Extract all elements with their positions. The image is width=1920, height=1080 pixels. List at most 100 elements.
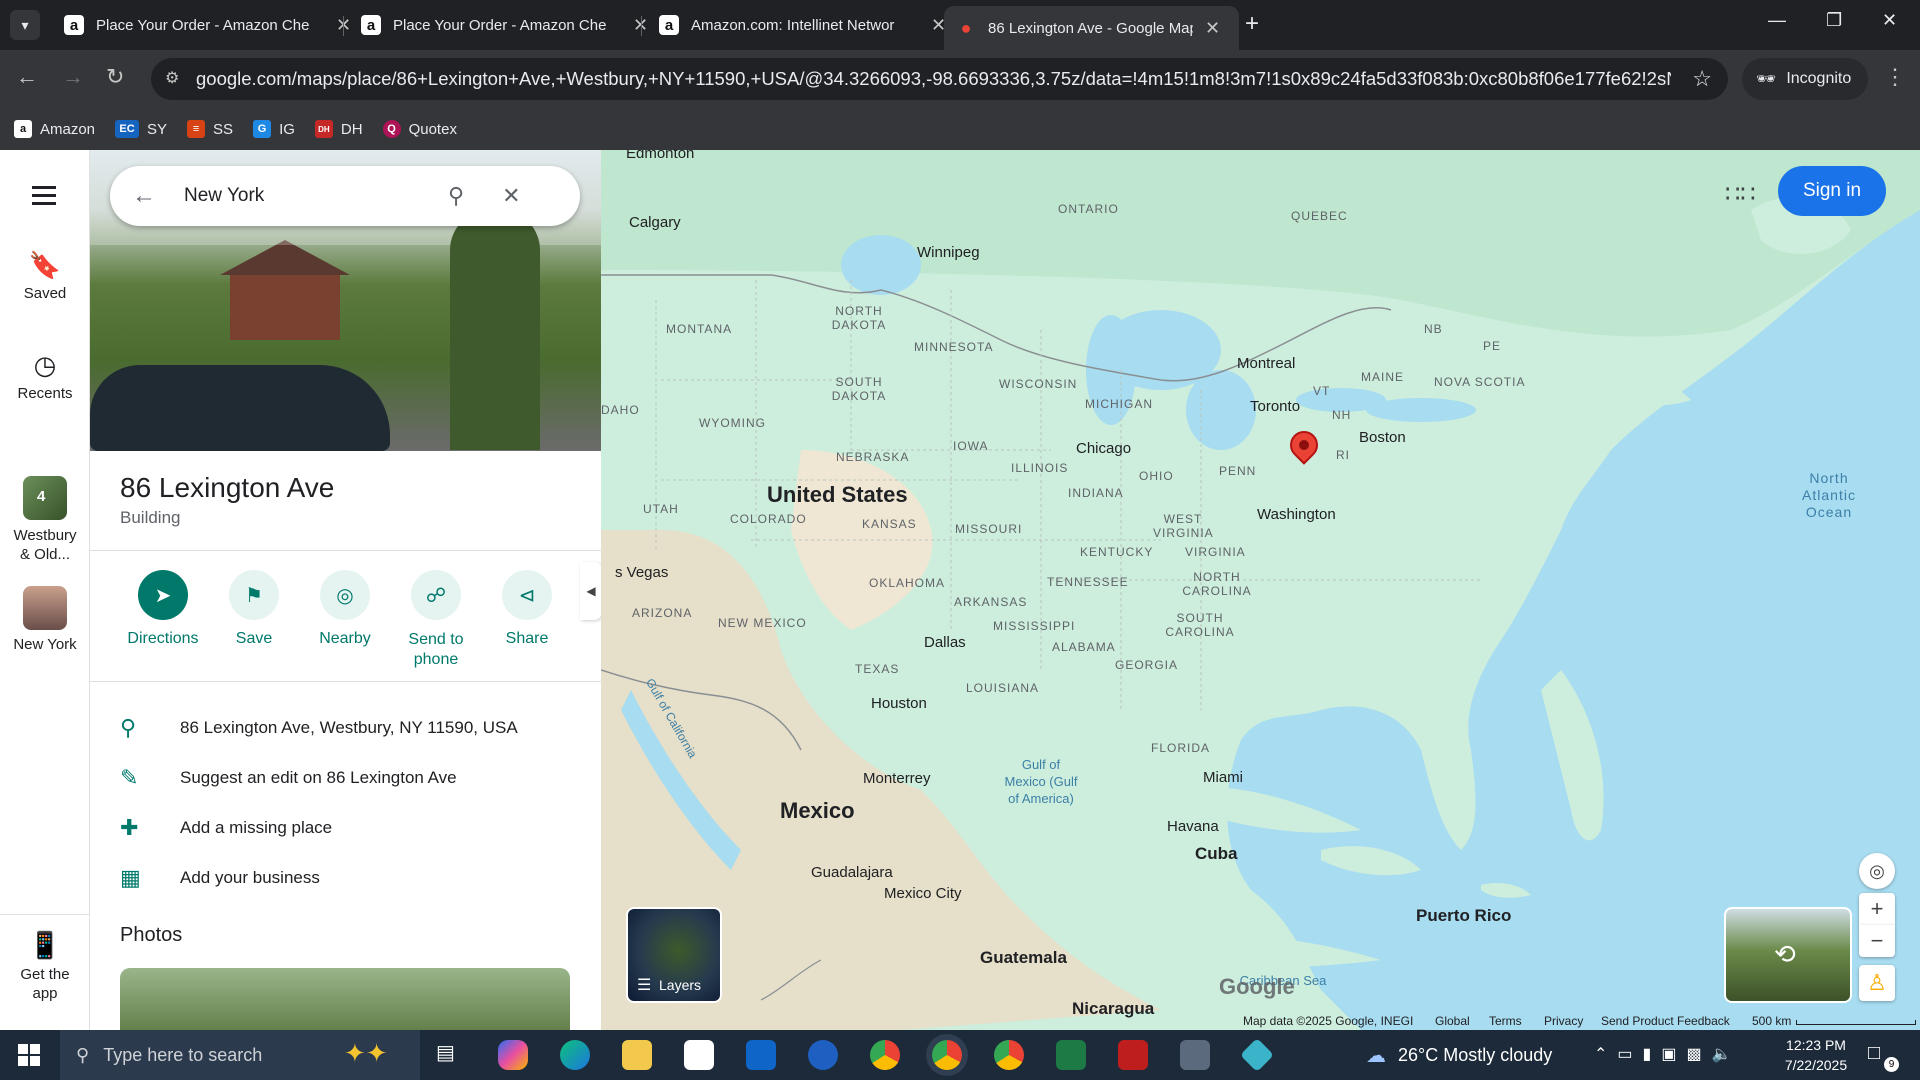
city-label[interactable]: Calgary (629, 214, 681, 231)
city-label[interactable]: Mexico City (884, 885, 962, 902)
add-business-row[interactable]: ▦ Add your business (120, 858, 580, 898)
country-label[interactable]: Cuba (1195, 844, 1238, 864)
global-link[interactable]: Global (1435, 1014, 1470, 1028)
city-label[interactable]: Monterrey (863, 770, 931, 787)
city-label[interactable]: Havana (1167, 818, 1219, 835)
map-canvas[interactable]: Edmonton Calgary Winnipeg Montreal Toron… (601, 150, 1920, 1030)
back-icon[interactable]: ← (16, 64, 38, 90)
filezilla-icon[interactable] (1118, 1040, 1148, 1070)
add-missing-place-row[interactable]: ✚ Add a missing place (120, 808, 580, 848)
street-view-thumbnail[interactable]: ⟲ (1724, 907, 1852, 1003)
rail-recents[interactable]: ◷ Recents (0, 350, 90, 402)
close-icon[interactable]: ✕ (502, 183, 520, 209)
tab-amazon-order-2[interactable]: a Place Your Order - Amazon Che ✕ (349, 6, 660, 44)
city-label[interactable]: Chicago (1076, 440, 1131, 457)
nearby-button[interactable]: ◎ Nearby (300, 570, 390, 648)
file-explorer-icon[interactable] (622, 1040, 652, 1070)
google-apps-icon[interactable]: ∷∷ (1725, 180, 1756, 209)
chrome-icon[interactable] (994, 1040, 1024, 1070)
back-arrow-icon[interactable]: ← (132, 182, 156, 210)
new-tab-button[interactable]: + (1245, 10, 1259, 38)
scale-label[interactable]: 500 km (1752, 1014, 1791, 1028)
bookmark-star-icon[interactable]: ☆ (1692, 66, 1712, 92)
privacy-link[interactable]: Privacy (1544, 1014, 1583, 1028)
system-tray-icons[interactable]: ⌃▭▮▣▩🔈 (1594, 1044, 1741, 1064)
notification-icon[interactable]: □ (1868, 1042, 1880, 1065)
store-icon[interactable] (684, 1040, 714, 1070)
rail-recent-westbury[interactable]: 4 Westbury & Old... (0, 476, 90, 564)
teams-icon[interactable] (808, 1040, 838, 1070)
zoom-in-button[interactable]: + (1859, 893, 1895, 925)
close-window-button[interactable]: ✕ (1882, 10, 1897, 31)
country-label[interactable]: Mexico (780, 798, 855, 824)
bookmark-dh[interactable]: DH DH (314, 120, 363, 138)
sign-in-button[interactable]: Sign in (1778, 166, 1886, 216)
city-label[interactable]: Edmonton (626, 150, 694, 162)
address-row[interactable]: ⚲ 86 Lexington Ave, Westbury, NY 11590, … (120, 708, 580, 748)
city-label[interactable]: Houston (871, 695, 927, 712)
city-label[interactable]: s Vegas (615, 564, 668, 581)
task-view-icon[interactable]: ▤ (436, 1040, 466, 1070)
city-label[interactable]: Montreal (1237, 355, 1295, 372)
bookmark-ig[interactable]: G IG (253, 120, 295, 138)
my-location-icon[interactable]: ◎ (1859, 853, 1895, 889)
city-label[interactable]: Guadalajara (811, 864, 893, 881)
country-label[interactable]: Guatemala (980, 948, 1067, 968)
copilot-icon[interactable] (498, 1040, 528, 1070)
feedback-link[interactable]: Send Product Feedback (1601, 1014, 1730, 1028)
chrome-icon[interactable] (870, 1040, 900, 1070)
suggest-edit-row[interactable]: ✎ Suggest an edit on 86 Lexington Ave (120, 758, 580, 798)
rail-get-app[interactable]: 📱 Get the app (0, 930, 90, 1003)
reload-icon[interactable]: ↻ (106, 64, 124, 90)
photo-thumbnail[interactable] (120, 968, 570, 1030)
country-label[interactable]: United States (767, 482, 908, 508)
pegman-icon[interactable]: ♙ (1859, 965, 1895, 1001)
menu-kebab-icon[interactable]: ⋮ (1884, 64, 1906, 90)
city-label[interactable]: Toronto (1250, 398, 1300, 415)
excel-icon[interactable] (1056, 1040, 1086, 1070)
tab-search-button[interactable]: ▾ (10, 10, 40, 40)
vpn-icon[interactable] (1240, 1038, 1274, 1072)
tab-google-maps[interactable]: ● 86 Lexington Ave - Google Map ✕ (944, 6, 1239, 50)
address-bar[interactable]: ⚙ google.com/maps/place/86+Lexington+Ave… (151, 58, 1728, 100)
chrome-incognito-icon[interactable] (932, 1040, 962, 1070)
windows-start-icon[interactable] (18, 1044, 40, 1066)
search-icon[interactable]: ⚲ (448, 183, 464, 209)
rail-saved[interactable]: 🔖 Saved (0, 250, 90, 302)
minimize-button[interactable]: — (1768, 10, 1786, 31)
city-label[interactable]: Winnipeg (917, 244, 980, 261)
forward-icon[interactable]: → (62, 64, 84, 90)
clock[interactable]: 12:23 PM 7/22/2025 (1776, 1035, 1856, 1075)
search-box[interactable]: ← ⚲ ✕ (110, 166, 580, 226)
collapse-panel-handle[interactable]: ◀ (580, 562, 601, 620)
place-type[interactable]: Building (120, 508, 181, 528)
city-label[interactable]: Washington (1257, 506, 1336, 523)
layers-button[interactable]: ☰ Layers (626, 907, 722, 1003)
city-label[interactable]: Dallas (924, 634, 966, 651)
outlook-icon[interactable] (746, 1040, 776, 1070)
rail-recent-new-york[interactable]: New York (0, 586, 90, 653)
country-label[interactable]: Puerto Rico (1416, 906, 1511, 926)
search-input[interactable] (184, 185, 434, 207)
tab-amazon-intellinet[interactable]: a Amazon.com: Intellinet Networ ✕ (647, 6, 958, 44)
terms-link[interactable]: Terms (1489, 1014, 1522, 1028)
calculator-icon[interactable] (1180, 1040, 1210, 1070)
incognito-badge[interactable]: 🕶 Incognito (1742, 58, 1868, 100)
weather-widget[interactable]: ☁ 26°C Mostly cloudy (1366, 1043, 1552, 1068)
edge-icon[interactable] (560, 1040, 590, 1070)
city-label[interactable]: Miami (1203, 769, 1243, 786)
restore-button[interactable]: ❐ (1826, 10, 1842, 31)
bookmark-ss[interactable]: ≡ SS (187, 120, 233, 138)
tab-amazon-order-1[interactable]: a Place Your Order - Amazon Che ✕ (52, 6, 363, 44)
city-label[interactable]: Boston (1359, 429, 1406, 446)
share-button[interactable]: ⊲ Share (482, 570, 572, 648)
directions-button[interactable]: ➤ Directions (118, 570, 208, 648)
site-info-icon[interactable]: ⚙ (165, 68, 179, 88)
save-button[interactable]: ⚑ Save (209, 570, 299, 648)
bookmark-amazon[interactable]: a Amazon (14, 120, 95, 138)
close-tab-icon[interactable]: ✕ (1205, 18, 1220, 39)
zoom-out-button[interactable]: − (1859, 925, 1895, 957)
taskbar-search-box[interactable]: ⚲ Type here to search ✦✦ (60, 1030, 420, 1080)
bookmark-quotex[interactable]: Q Quotex (382, 120, 457, 138)
bookmark-sy[interactable]: EC SY (115, 120, 167, 138)
